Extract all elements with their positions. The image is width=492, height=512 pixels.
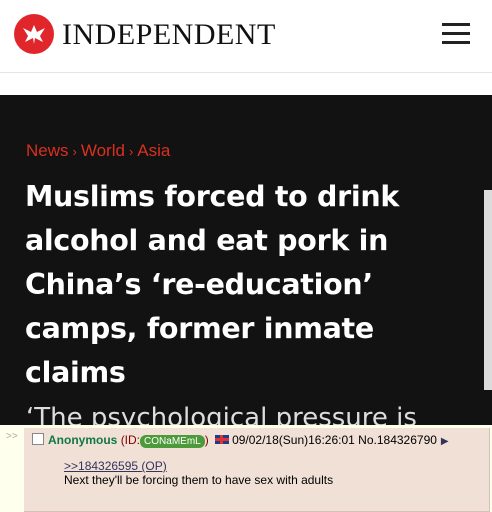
breadcrumb-world[interactable]: World [81,141,125,160]
breadcrumb-news[interactable]: News [26,141,69,160]
eagle-icon[interactable] [14,14,54,54]
breadcrumb-separator: › [72,144,77,159]
poster-name: Anonymous [48,433,118,447]
article-standfirst: ‘The psychological pressure is [26,403,417,425]
brand-name[interactable]: INDEPENDENT [62,18,276,52]
article-hero: News › World › Asia Muslims forced to drink … [0,95,492,425]
breadcrumb-separator: › [128,144,134,159]
id-prefix: (ID: [120,433,141,447]
post-date: 09/02/18(Sun)16:26:01 [232,433,355,447]
post-number[interactable]: No.184326790 [358,433,437,447]
post-body: Next they'll be forcing them to have sex… [64,473,334,487]
site-header: INDEPENDENT [0,0,492,73]
post-header: Anonymous (ID: CONaMEmL) 09/02/18(Sun)16:… [32,433,449,448]
side-arrows: >> [6,431,18,442]
post-menu-arrow-icon[interactable]: ▶ [441,436,449,447]
breadcrumb: News › World › Asia [26,141,170,161]
scroll-edge [484,190,492,390]
poster-id-badge[interactable]: CONaMEmL [140,435,205,448]
hamburger-menu-icon[interactable] [442,21,470,47]
article-headline: Muslims forced to drink alcohol and eat … [25,180,400,389]
uk-flag-icon [215,435,230,444]
id-suffix: ) [204,433,209,447]
quote-link[interactable]: >>184326595 (OP) [64,459,167,473]
breadcrumb-asia[interactable]: Asia [137,141,170,160]
post-select-checkbox[interactable] [32,433,44,445]
reply-post: Anonymous (ID: CONaMEmL) 09/02/18(Sun)16:… [24,428,490,512]
